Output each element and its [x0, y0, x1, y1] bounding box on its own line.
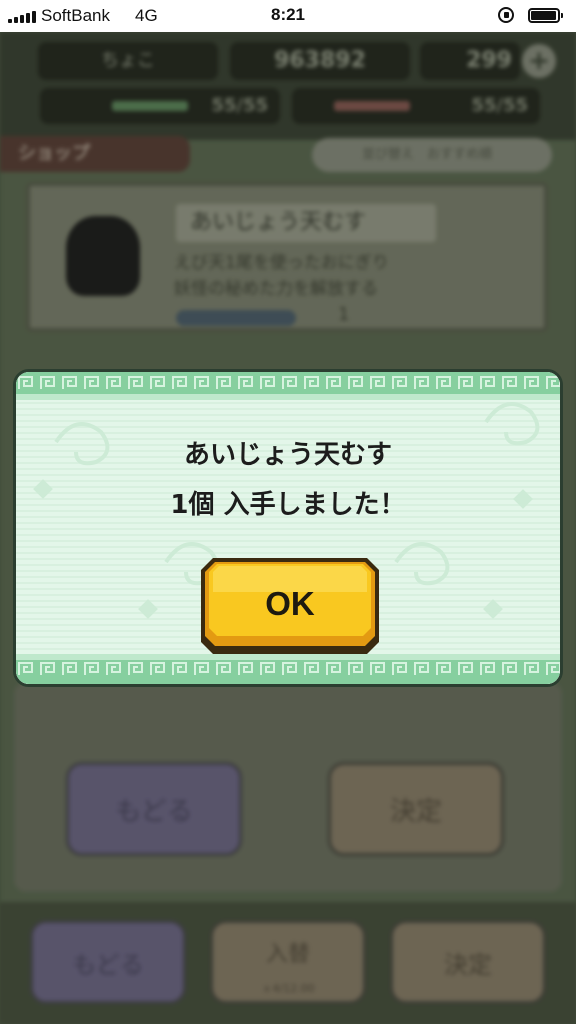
rotation-lock-icon	[498, 7, 514, 23]
battery-icon	[528, 8, 563, 23]
ok-button[interactable]: OK	[199, 556, 381, 656]
obtained-item-name: あいじょう天むす	[183, 440, 392, 470]
item-obtained-dialog: あいじょう天むす 1個 入手しました！ OK	[13, 369, 563, 687]
obtained-message: 1個 入手しました！	[170, 490, 406, 520]
status-bar: SoftBank 4G 8:21	[0, 0, 576, 32]
clock: 8:21	[270, 5, 306, 24]
ok-button-label: OK	[265, 585, 315, 622]
